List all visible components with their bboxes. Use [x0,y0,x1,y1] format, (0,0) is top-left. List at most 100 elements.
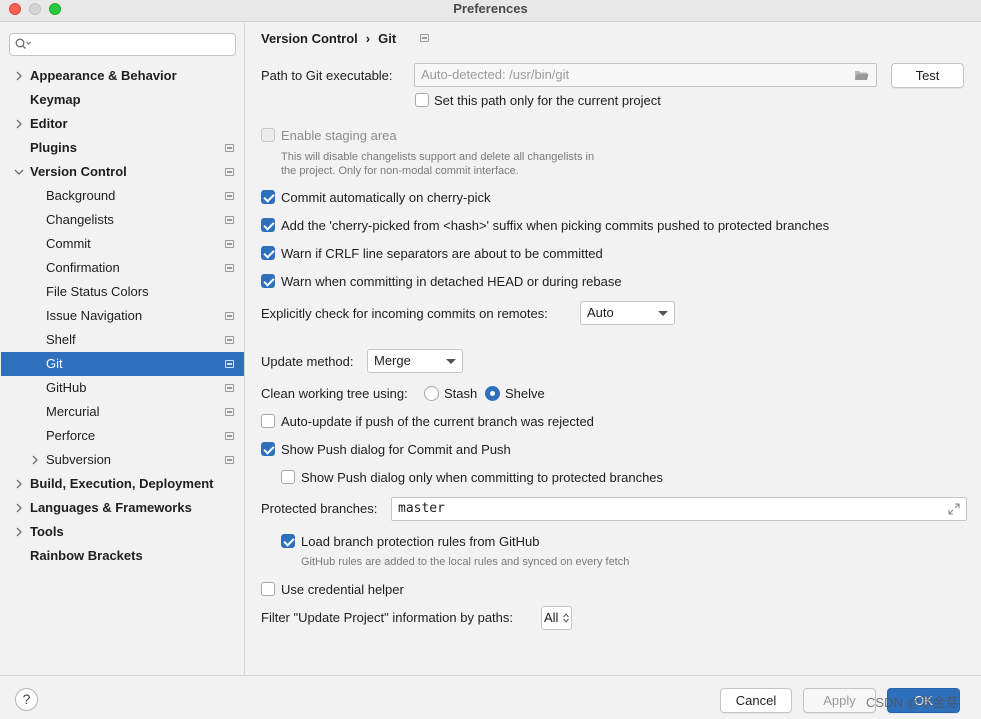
sidebar-item-label: Shelf [46,332,76,347]
detached-head-warning-checkbox[interactable] [261,274,275,288]
breadcrumb-parent[interactable]: Version Control [261,31,358,46]
cherry-pick-commit-checkbox[interactable] [261,190,275,204]
project-level-icon [225,144,234,152]
sidebar-item-confirmation[interactable]: Confirmation [1,256,244,280]
stash-radio[interactable] [424,386,439,401]
sidebar-item-label: Confirmation [46,260,120,275]
sidebar-item-tools[interactable]: Tools [1,520,244,544]
project-level-icon [225,168,234,176]
sidebar-item-file-status-colors[interactable]: File Status Colors [1,280,244,304]
breadcrumb-current: Git [378,31,397,46]
protected-branches-label: Protected branches: [261,501,378,516]
sidebar-item-label: Subversion [46,452,112,467]
sidebar-item-subversion[interactable]: Subversion [1,448,244,472]
load-github-rules-hint: GitHub rules are added to the local rule… [301,556,630,568]
chevron-right-icon [16,503,22,513]
update-method-value: Merge [374,353,411,368]
sidebar-item-mercurial[interactable]: Mercurial [1,400,244,424]
incoming-commits-value: Auto [587,305,614,320]
sidebar-item-plugins[interactable]: Plugins [1,136,244,160]
load-github-rules-checkbox[interactable] [281,534,295,548]
title-bar: Preferences [0,0,981,22]
shelve-label: Shelve [505,386,545,401]
load-github-rules-label: Load branch protection rules from GitHub [301,534,540,549]
settings-sidebar: Appearance & Behavior Keymap Editor Plug… [0,23,245,675]
git-path-label: Path to Git executable: [261,68,393,83]
sidebar-item-github[interactable]: GitHub [1,376,244,400]
clean-tree-label: Clean working tree using: [261,386,408,401]
protected-branches-value: master [398,501,445,516]
git-path-placeholder: Auto-detected: /usr/bin/git [421,67,570,82]
chevron-right-icon [16,71,22,81]
filter-paths-select[interactable]: All [541,606,572,630]
sidebar-item-background[interactable]: Background [1,184,244,208]
dialog-button-bar: ? Cancel Apply OK CSDN @寒金芽 [0,675,981,719]
search-icon [15,38,31,49]
sidebar-item-changelists[interactable]: Changelists [1,208,244,232]
shelve-radio[interactable] [485,386,500,401]
enable-staging-label: Enable staging area [281,128,397,143]
folder-icon[interactable] [854,69,869,81]
sidebar-item-label: Changelists [46,212,114,227]
push-protected-only-checkbox[interactable] [281,470,295,484]
auto-update-checkbox[interactable] [261,414,275,428]
sidebar-item-label: Editor [30,116,68,131]
chevron-down-icon [14,169,24,175]
git-path-input[interactable]: Auto-detected: /usr/bin/git [414,63,877,87]
cherry-pick-commit-label: Commit automatically on cherry-pick [281,190,491,205]
sidebar-item-appearance-behavior[interactable]: Appearance & Behavior [1,64,244,88]
sidebar-item-build-execution-deployment[interactable]: Build, Execution, Deployment [1,472,244,496]
updown-arrows-icon [563,613,569,623]
filter-paths-value: All [544,610,559,625]
cancel-button[interactable]: Cancel [720,688,792,713]
path-project-only-checkbox[interactable] [415,93,429,107]
sidebar-item-label: Version Control [30,164,127,179]
crlf-warning-checkbox[interactable] [261,246,275,260]
sidebar-item-label: Build, Execution, Deployment [30,476,214,491]
cherry-pick-suffix-checkbox[interactable] [261,218,275,232]
incoming-commits-label: Explicitly check for incoming commits on… [261,306,548,321]
path-project-only-label: Set this path only for the current proje… [434,93,661,108]
show-push-dialog-checkbox[interactable] [261,442,275,456]
sidebar-item-rainbow-brackets[interactable]: Rainbow Brackets [1,544,244,568]
sidebar-item-perforce[interactable]: Perforce [1,424,244,448]
update-method-select[interactable]: Merge [367,349,463,373]
project-level-icon [225,264,234,272]
sidebar-item-languages-frameworks[interactable]: Languages & Frameworks [1,496,244,520]
project-level-icon [225,384,234,392]
stash-label: Stash [444,386,478,401]
project-level-icon [225,240,234,248]
sidebar-item-version-control[interactable]: Version Control [1,160,244,184]
sidebar-item-commit[interactable]: Commit [1,232,244,256]
sidebar-item-label: Rainbow Brackets [30,548,143,563]
sidebar-item-label: Commit [46,236,91,251]
help-button[interactable]: ? [15,688,38,711]
breadcrumb-separator: › [365,31,371,46]
sidebar-item-label: Tools [30,524,64,539]
sidebar-item-editor[interactable]: Editor [1,112,244,136]
credential-helper-checkbox[interactable] [261,582,275,596]
chevron-down-icon [446,359,456,364]
sidebar-item-label: Issue Navigation [46,308,143,323]
chevron-right-icon [16,119,22,129]
update-method-label: Update method: [261,354,354,369]
project-level-icon [225,192,234,200]
enable-staging-checkbox[interactable] [261,128,275,142]
sidebar-item-label: GitHub [46,380,87,395]
protected-branches-input[interactable]: master [391,497,967,521]
sidebar-item-keymap[interactable]: Keymap [1,88,244,112]
sidebar-item-label: File Status Colors [46,284,149,299]
push-protected-only-label: Show Push dialog only when committing to… [301,470,664,485]
show-push-dialog-label: Show Push dialog for Commit and Push [281,442,511,457]
settings-search-input[interactable] [9,33,236,56]
sidebar-item-issue-navigation[interactable]: Issue Navigation [1,304,244,328]
sidebar-item-git[interactable]: Git [1,352,244,376]
expand-icon[interactable] [948,503,960,515]
cherry-pick-suffix-label: Add the 'cherry-picked from <hash>' suff… [281,218,830,233]
test-button[interactable]: Test [891,63,964,88]
project-level-icon [225,408,234,416]
project-level-icon [225,216,234,224]
incoming-commits-select[interactable]: Auto [580,301,675,325]
credential-helper-label: Use credential helper [281,582,404,597]
sidebar-item-shelf[interactable]: Shelf [1,328,244,352]
